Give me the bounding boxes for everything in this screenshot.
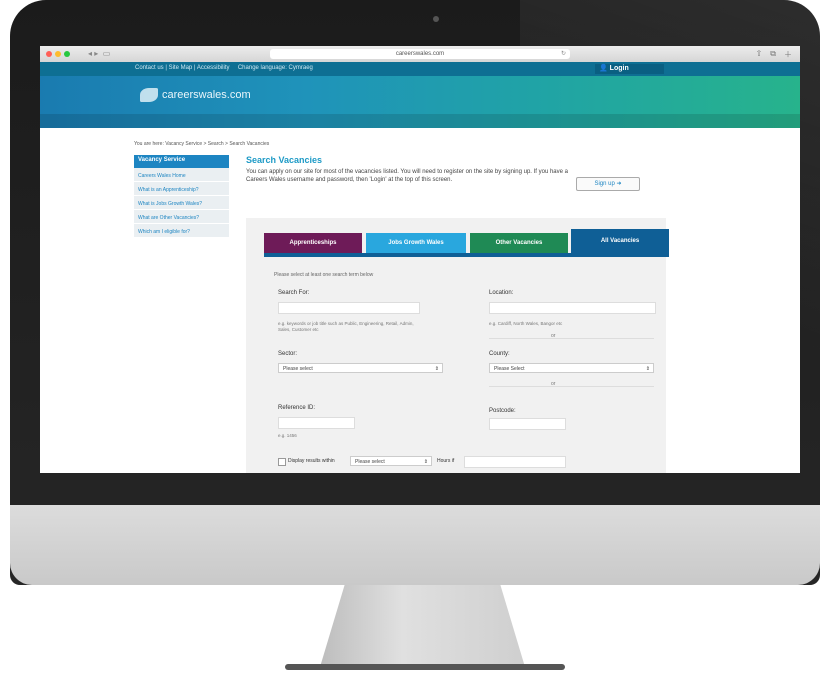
monitor-chin xyxy=(10,505,820,585)
maximize-window-button[interactable] xyxy=(64,51,70,57)
logo-icon xyxy=(140,88,158,102)
chevron-down-icon: ⇕ xyxy=(645,366,650,372)
tab-other-vacancies[interactable]: Other Vacancies xyxy=(470,233,568,253)
divider xyxy=(489,386,654,387)
form-hint: Please select at least one search term b… xyxy=(274,272,374,278)
sector-value: Please select xyxy=(283,366,313,372)
logo-text: careerswales.com xyxy=(162,89,251,101)
login-button[interactable]: 👤 Login xyxy=(595,64,664,74)
sidebar-item-jobs-growth[interactable]: What is Jobs Growth Wales? xyxy=(134,196,229,210)
tab-underline xyxy=(264,253,669,257)
hours-label: Hours if xyxy=(437,458,455,464)
tabs-icon[interactable]: ⧉ xyxy=(770,49,776,60)
location-label: Location: xyxy=(489,290,514,296)
sidebar-item-apprenticeship[interactable]: What is an Apprenticeship? xyxy=(134,182,229,196)
sidebar-item-home[interactable]: Careers Wales Home xyxy=(134,168,229,182)
postcode-label: Postcode: xyxy=(489,408,516,414)
page-title: Search Vacancies xyxy=(246,155,323,165)
user-icon: 👤 xyxy=(599,65,608,72)
reference-help: e.g. 1456 xyxy=(278,433,297,438)
navigation-buttons[interactable]: ◂ ▸ ▭ xyxy=(88,49,110,58)
tab-jobs-growth-wales[interactable]: Jobs Growth Wales xyxy=(366,233,466,253)
browser-tools: ⇧ ⧉ ＋ xyxy=(756,49,792,60)
screen: ◂ ▸ ▭ careerswales.com ↻ ⇧ ⧉ ＋ Contact u… xyxy=(40,46,800,473)
sidebar: Vacancy Service Careers Wales Home What … xyxy=(134,155,229,238)
sector-label: Sector: xyxy=(278,351,298,357)
intro-text: You can apply on our site for most of th… xyxy=(246,169,568,183)
breadcrumb[interactable]: You are here: Vacancy Service > Search >… xyxy=(134,141,269,147)
sector-select[interactable]: Please select ⇕ xyxy=(278,363,443,373)
sidebar-heading[interactable]: Vacancy Service xyxy=(134,155,229,168)
distance-select[interactable]: Please select ⇕ xyxy=(350,456,432,466)
address-bar[interactable]: careerswales.com ↻ xyxy=(270,49,570,59)
location-help: e.g. Cardiff, North Wales, Bangor etc xyxy=(489,321,563,326)
or-separator: or xyxy=(551,333,556,339)
postcode-input[interactable] xyxy=(489,418,566,430)
utility-links[interactable]: Contact us | Site Map | Accessibility Ch… xyxy=(135,65,313,71)
site-logo[interactable]: careerswales.com xyxy=(140,88,251,102)
browser-toolbar: ◂ ▸ ▭ careerswales.com ↻ ⇧ ⧉ ＋ xyxy=(40,46,800,63)
chevron-down-icon: ⇕ xyxy=(423,459,428,465)
login-label: Login xyxy=(609,65,629,72)
display-within-checkbox[interactable] xyxy=(278,458,286,466)
reload-icon[interactable]: ↻ xyxy=(561,49,566,59)
site-banner: careerswales.com xyxy=(40,76,800,128)
language-switch[interactable]: Change language: Cymraeg xyxy=(238,65,313,71)
tab-apprenticeships[interactable]: Apprenticeships xyxy=(264,233,362,253)
county-select[interactable]: Please Select ⇕ xyxy=(489,363,654,373)
site-topbar: Contact us | Site Map | Accessibility Ch… xyxy=(40,62,800,76)
utility-links-text[interactable]: Contact us | Site Map | Accessibility xyxy=(135,65,230,71)
distance-value: Please select xyxy=(355,459,385,465)
plus-icon[interactable]: ＋ xyxy=(784,49,792,60)
chevron-down-icon: ⇕ xyxy=(434,366,439,372)
camera-icon xyxy=(433,16,439,22)
display-within-label: Display results within xyxy=(288,458,335,464)
minimize-window-button[interactable] xyxy=(55,51,61,57)
county-value: Please Select xyxy=(494,366,525,372)
location-input[interactable] xyxy=(489,302,656,314)
or-separator: or xyxy=(551,381,556,387)
sidebar-item-eligible[interactable]: Which am I eligible for? xyxy=(134,224,229,238)
window-controls xyxy=(46,51,70,57)
reference-input[interactable] xyxy=(278,417,355,429)
search-panel: Apprenticeships Jobs Growth Wales Other … xyxy=(246,218,669,473)
reference-label: Reference ID: xyxy=(278,405,316,411)
monitor-stand-base xyxy=(285,664,565,670)
search-for-label: Search For: xyxy=(278,290,310,296)
hours-input[interactable] xyxy=(464,456,566,468)
search-for-help: e.g. keywords or job title such as Publi… xyxy=(278,321,414,332)
signup-button[interactable]: Sign up ➜ xyxy=(576,177,640,191)
share-icon[interactable]: ⇧ xyxy=(756,49,763,60)
url-text: careerswales.com xyxy=(395,51,445,57)
signup-label: Sign up xyxy=(594,181,615,187)
search-for-input[interactable] xyxy=(278,302,420,314)
divider xyxy=(489,338,654,339)
arrow-right-icon: ➜ xyxy=(616,181,622,187)
monitor-stand xyxy=(320,585,525,667)
close-window-button[interactable] xyxy=(46,51,52,57)
sidebar-item-other[interactable]: What are Other Vacancies? xyxy=(134,210,229,224)
main-content: Search Vacancies You can apply on our si… xyxy=(246,155,666,191)
county-label: County: xyxy=(489,351,510,357)
